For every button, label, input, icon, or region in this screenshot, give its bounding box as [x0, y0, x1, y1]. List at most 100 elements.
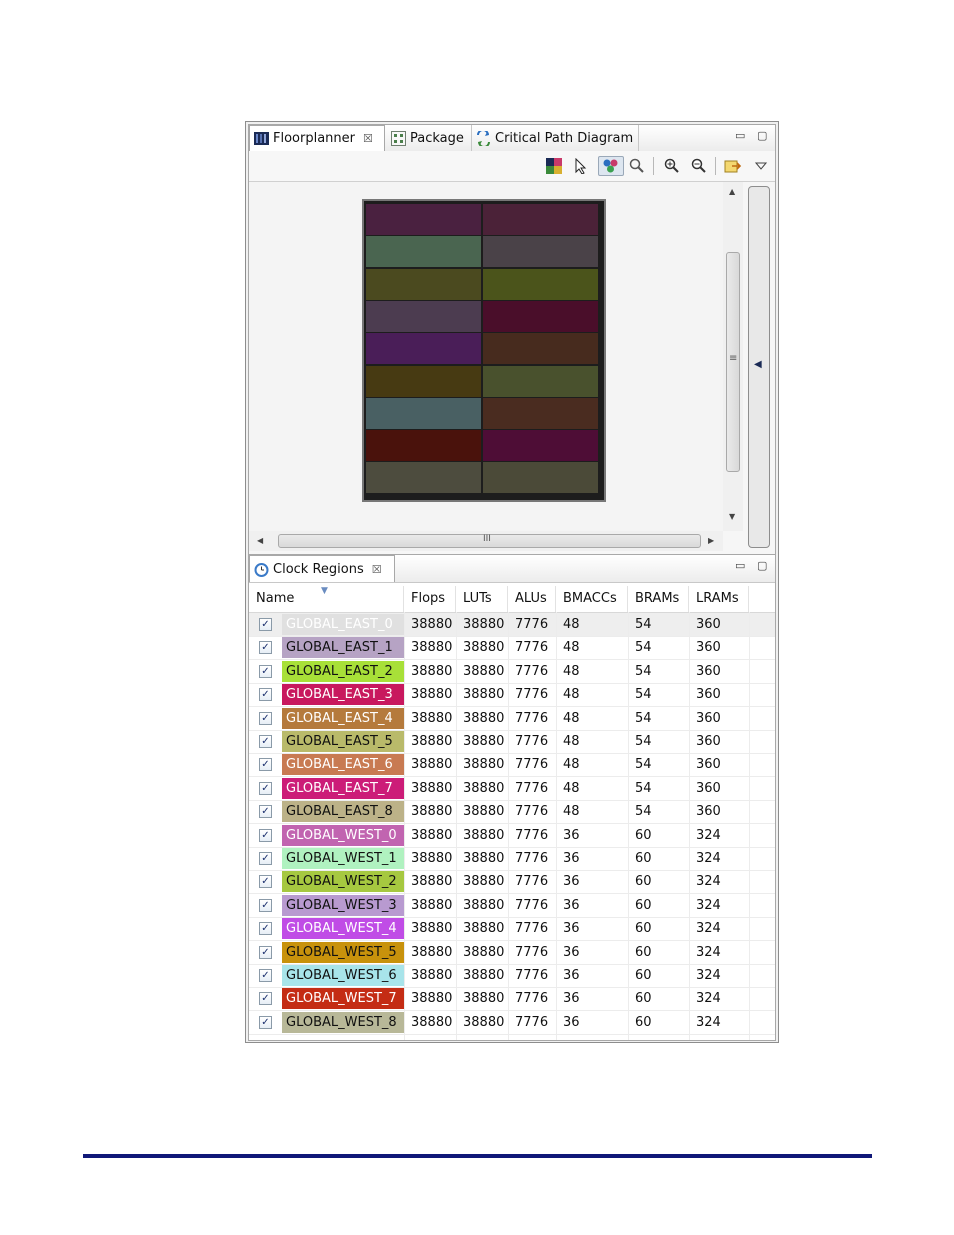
- clock-region-cell[interactable]: [483, 397, 598, 429]
- clock-region-cell[interactable]: [483, 236, 598, 268]
- region-name: GLOBAL_WEST_8: [282, 1011, 404, 1033]
- clock-region-cell[interactable]: [366, 204, 481, 235]
- vertical-scrollbar[interactable]: ▲ ≡ ▼: [723, 182, 743, 531]
- export-icon[interactable]: [723, 156, 743, 176]
- device-die[interactable]: [362, 199, 606, 502]
- table-row[interactable]: ✓ GLOBAL_WEST_6 38880 38880 7776 36 60 324: [249, 964, 775, 988]
- clock-region-cell[interactable]: [366, 397, 481, 429]
- zoom-in-icon[interactable]: [662, 156, 682, 176]
- table-row[interactable]: ✓ GLOBAL_WEST_1 38880 38880 7776 36 60 324: [249, 847, 775, 871]
- visibility-checkbox[interactable]: ✓: [259, 781, 272, 795]
- close-icon[interactable]: ☒: [372, 563, 382, 576]
- table-row[interactable]: ✓ GLOBAL_WEST_8 38880 38880 7776 36 60 324: [249, 1011, 775, 1035]
- tab-critical-path-diagram[interactable]: Critical Path Diagram: [471, 125, 639, 151]
- minimize-icon[interactable]: ▭: [735, 559, 745, 572]
- zoom-out-icon[interactable]: [689, 156, 709, 176]
- clock-regions-icon[interactable]: [598, 156, 624, 176]
- table-row[interactable]: ✓ GLOBAL_WEST_4 38880 38880 7776 36 60 324: [249, 917, 775, 942]
- vertical-scroll-thumb[interactable]: ≡: [726, 252, 740, 472]
- floorplan-canvas[interactable]: [249, 182, 723, 531]
- clock-region-cell[interactable]: [366, 462, 481, 494]
- clock-region-cell[interactable]: [483, 333, 598, 365]
- visibility-checkbox[interactable]: ✓: [259, 618, 272, 631]
- visibility-checkbox[interactable]: ✓: [259, 852, 272, 865]
- cell-alus: 7776: [515, 1014, 549, 1030]
- table-row[interactable]: ✓ GLOBAL_WEST_3 38880 38880 7776 36 60 324: [249, 894, 775, 918]
- color-map-icon[interactable]: [544, 156, 564, 176]
- expand-arrow-icon[interactable]: ◀: [754, 359, 762, 370]
- select-pointer-icon[interactable]: [571, 156, 591, 176]
- clock-region-cell[interactable]: [366, 268, 481, 300]
- minimize-icon[interactable]: ▭: [735, 129, 745, 142]
- visibility-checkbox[interactable]: ✓: [259, 641, 272, 655]
- scroll-up-icon[interactable]: ▲: [729, 187, 735, 196]
- maximize-icon[interactable]: ▢: [757, 559, 767, 572]
- clock-region-cell[interactable]: [483, 300, 598, 332]
- visibility-checkbox[interactable]: ✓: [259, 969, 272, 982]
- clock-region-cell[interactable]: [366, 430, 481, 462]
- table-row[interactable]: ✓ GLOBAL_WEST_2 38880 38880 7776 36 60 324: [249, 870, 775, 895]
- visibility-checkbox[interactable]: ✓: [259, 688, 272, 702]
- cell-flops: 38880: [411, 710, 453, 726]
- table-row[interactable]: ✓ GLOBAL_EAST_6 38880 38880 7776 48 54 360: [249, 753, 775, 778]
- visibility-checkbox[interactable]: ✓: [259, 711, 272, 725]
- table-row[interactable]: ✓ GLOBAL_WEST_7 38880 38880 7776 36 60 324: [249, 987, 775, 1012]
- cell-brams: 60: [635, 944, 652, 960]
- visibility-checkbox[interactable]: ✓: [259, 922, 272, 936]
- clock-region-cell[interactable]: [483, 204, 598, 235]
- visibility-checkbox[interactable]: ✓: [259, 805, 272, 819]
- column-header-flops[interactable]: Flops: [404, 586, 456, 612]
- cell-flops: 38880: [411, 827, 453, 843]
- zoom-icon[interactable]: [627, 156, 647, 176]
- scroll-left-icon[interactable]: ◀: [257, 536, 263, 545]
- table-row[interactable]: ✓ GLOBAL_EAST_1 38880 38880 7776 48 54 360: [249, 636, 775, 661]
- cell-bmaccs: 48: [563, 617, 580, 632]
- cell-lrams: 360: [696, 734, 721, 749]
- visibility-checkbox[interactable]: ✓: [259, 898, 272, 912]
- table-row[interactable]: ✓ GLOBAL_WEST_0 38880 38880 7776 36 60 324: [249, 824, 775, 848]
- tab-package[interactable]: Package: [387, 125, 469, 151]
- cell-luts: 38880: [463, 734, 505, 749]
- scroll-right-icon[interactable]: ▶: [708, 536, 714, 545]
- clock-region-cell[interactable]: [483, 268, 598, 300]
- clock-region-cell[interactable]: [366, 333, 481, 365]
- horizontal-scroll-thumb[interactable]: III: [278, 534, 701, 548]
- column-header-name[interactable]: ▼ Name: [249, 586, 404, 612]
- cell-bmaccs: 36: [563, 851, 580, 866]
- visibility-checkbox[interactable]: ✓: [259, 1015, 272, 1029]
- collapsed-side-panel[interactable]: ◀: [748, 186, 770, 548]
- visibility-checkbox[interactable]: ✓: [259, 875, 272, 889]
- cell-alus: 7776: [515, 734, 549, 749]
- scroll-down-icon[interactable]: ▼: [729, 512, 735, 521]
- table-row[interactable]: ✓ GLOBAL_EAST_3 38880 38880 7776 48 54 360: [249, 683, 775, 708]
- clock-region-cell[interactable]: [366, 236, 481, 268]
- clock-region-cell[interactable]: [366, 365, 481, 397]
- column-header-lrams[interactable]: LRAMs: [689, 586, 749, 612]
- close-icon[interactable]: ☒: [363, 132, 373, 145]
- column-header-bmaccs[interactable]: BMACCs: [556, 586, 628, 612]
- clock-region-cell[interactable]: [483, 365, 598, 397]
- visibility-checkbox[interactable]: ✓: [259, 828, 272, 842]
- table-row[interactable]: ✓ GLOBAL_EAST_2 38880 38880 7776 48 54 360: [249, 660, 775, 684]
- visibility-checkbox[interactable]: ✓: [259, 758, 272, 772]
- clock-region-cell[interactable]: [483, 430, 598, 462]
- table-row[interactable]: ✓ GLOBAL_WEST_5 38880 38880 7776 36 60 324: [249, 941, 775, 965]
- visibility-checkbox[interactable]: ✓: [259, 992, 272, 1006]
- column-header-alus[interactable]: ALUs: [508, 586, 556, 612]
- clock-region-cell[interactable]: [483, 462, 598, 494]
- table-row[interactable]: ✓ GLOBAL_EAST_8 38880 38880 7776 48 54 360: [249, 800, 775, 825]
- tab-floorplanner[interactable]: Floorplanner ☒: [249, 125, 385, 151]
- visibility-checkbox[interactable]: ✓: [259, 945, 272, 959]
- clock-region-cell[interactable]: [366, 300, 481, 332]
- view-menu-icon[interactable]: [751, 156, 771, 176]
- table-row[interactable]: ✓ GLOBAL_EAST_5 38880 38880 7776 48 54 360: [249, 730, 775, 754]
- visibility-checkbox[interactable]: ✓: [259, 664, 272, 678]
- maximize-icon[interactable]: ▢: [757, 129, 767, 142]
- table-row[interactable]: ✓ GLOBAL_EAST_0 38880 38880 7776 48 54 360: [249, 613, 775, 637]
- table-row[interactable]: ✓ GLOBAL_EAST_7 38880 38880 7776 48 54 360: [249, 777, 775, 801]
- table-row[interactable]: ✓ GLOBAL_EAST_4 38880 38880 7776 48 54 360: [249, 707, 775, 731]
- horizontal-scrollbar[interactable]: ◀ III ▶: [249, 531, 723, 551]
- column-header-brams[interactable]: BRAMs: [628, 586, 689, 612]
- column-header-luts[interactable]: LUTs: [456, 586, 508, 612]
- visibility-checkbox[interactable]: ✓: [259, 735, 272, 748]
